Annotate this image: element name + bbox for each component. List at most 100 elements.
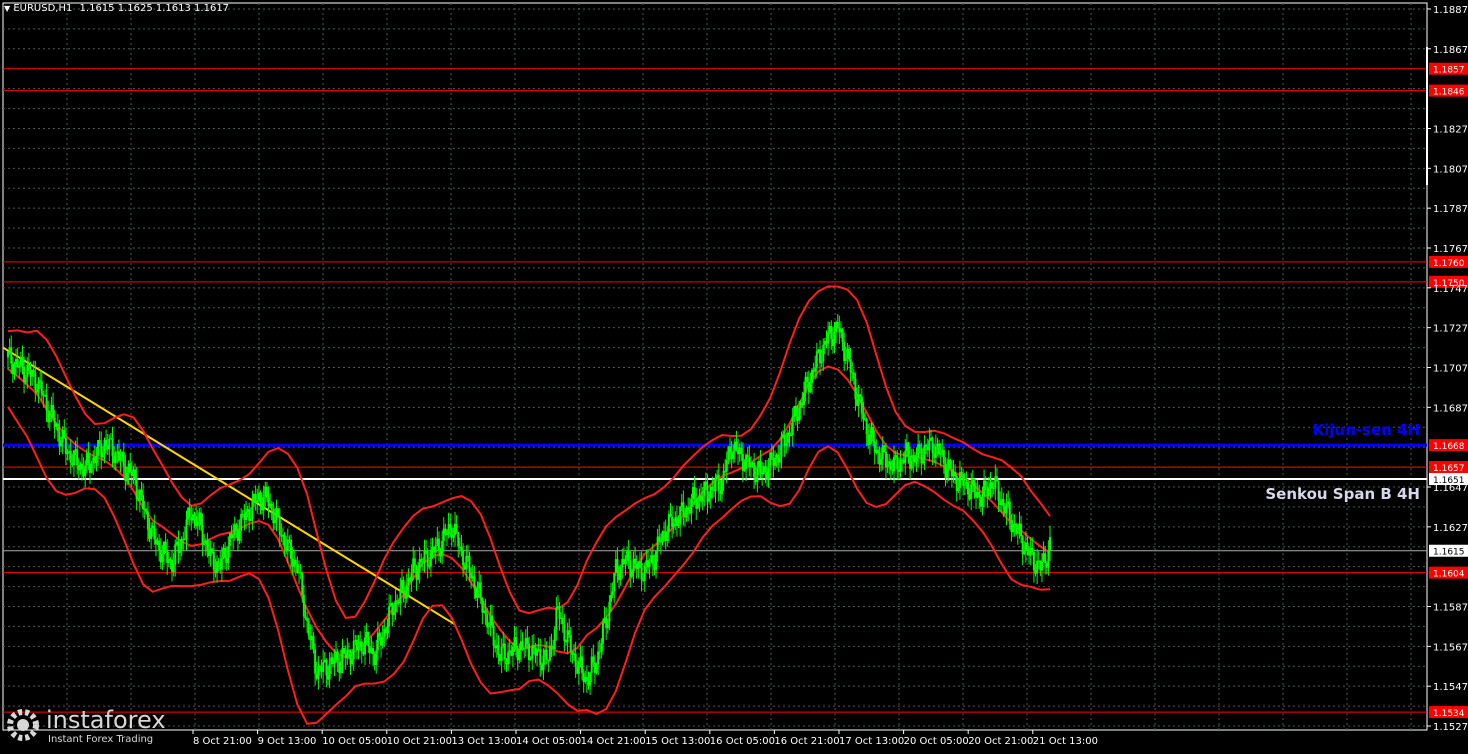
- candle-body: [1020, 523, 1023, 537]
- candle-body: [95, 455, 98, 463]
- candle-body: [114, 452, 117, 464]
- candle-body: [145, 509, 148, 512]
- watermark-tagline: Instant Forex Trading: [48, 734, 154, 745]
- candle-body: [868, 434, 871, 445]
- candle-body: [262, 497, 265, 511]
- candle-body: [199, 512, 202, 525]
- candle-body: [526, 637, 529, 644]
- candle-body: [1040, 561, 1043, 571]
- chart-area[interactable]: 1.1857 1.1846 1.1760 1.1750 1.1668 1.1657 1.16…: [0, 0, 1468, 750]
- candle-body: [966, 481, 969, 495]
- candle-body: [386, 626, 389, 634]
- candle-body: [833, 331, 836, 347]
- candle-body: [185, 519, 188, 539]
- candle-body: [455, 523, 458, 533]
- candle-body: [774, 457, 777, 466]
- candle-body: [339, 661, 342, 673]
- candle-body: [296, 564, 299, 574]
- price-tick-label: 1.1767: [1433, 244, 1468, 255]
- candle-body: [862, 413, 865, 420]
- price-axis[interactable]: 1.1887 1.1867 1.1827 1.1807 1.1787 1.1767 1.17…: [1427, 5, 1468, 733]
- candle-body: [314, 649, 317, 674]
- candle-body: [306, 618, 309, 622]
- time-axis[interactable]: 8 Oct 21:00 9 Oct 13:00 10 Oct 05:00 10 Oct…: [192, 730, 1098, 747]
- price-tick-label: 1.1587: [1433, 603, 1468, 614]
- time-tick-label: 14 Oct 21:00: [581, 736, 646, 747]
- candle-body: [460, 546, 463, 550]
- candle-body: [830, 325, 833, 339]
- time-tick-label: 10 Oct 21:00: [387, 736, 452, 747]
- candle-body: [997, 481, 1000, 501]
- candle-body: [101, 453, 104, 458]
- candle-body: [847, 348, 850, 359]
- candle-body: [679, 506, 682, 525]
- candle-body: [507, 652, 510, 665]
- candle-body: [388, 606, 391, 627]
- candle-body: [585, 676, 588, 682]
- time-tick-label: 13 Oct 13:00: [451, 736, 516, 747]
- time-tick-label: 17 Oct 13:00: [839, 736, 904, 747]
- candle-body: [491, 615, 494, 626]
- candle-body: [336, 651, 339, 662]
- chart-canvas[interactable]: 1.18571.18461.17601.17501.16681.16571.16…: [0, 0, 1468, 750]
- candle-body: [423, 550, 426, 563]
- candle-body: [473, 576, 476, 588]
- dropdown-triangle-icon[interactable]: ▼: [4, 4, 10, 13]
- time-tick-label: 8 Oct 21:00: [193, 736, 252, 747]
- candle-body: [301, 572, 304, 595]
- candle-body: [212, 551, 215, 571]
- plot-frame: [2, 2, 1428, 731]
- candle-body: [1044, 553, 1047, 563]
- candle-body: [729, 446, 732, 453]
- time-tick-label: 15 Oct 13:00: [645, 736, 710, 747]
- candle-body: [211, 548, 214, 552]
- candle-body: [886, 465, 889, 468]
- candle-body: [574, 653, 577, 667]
- price-tick-label: 1.1567: [1433, 642, 1468, 653]
- candle-body: [476, 588, 479, 598]
- candle-body: [790, 434, 793, 436]
- candle-body: [600, 643, 603, 652]
- candle-body: [880, 459, 883, 465]
- candle-body: [24, 376, 27, 383]
- senkou-span-annotation: Senkou Span B 4H: [1265, 485, 1420, 503]
- candle-body: [743, 469, 746, 471]
- candle-body: [938, 443, 941, 455]
- candle-body: [437, 538, 440, 550]
- candle-body: [179, 549, 182, 553]
- candle-body: [108, 439, 111, 450]
- candle-body: [820, 361, 823, 364]
- candle-body: [860, 396, 863, 414]
- candle-body: [452, 534, 455, 538]
- candle-body: [188, 507, 191, 518]
- candle-body: [13, 364, 16, 375]
- candle-body: [238, 530, 241, 541]
- candle-body: [1047, 550, 1050, 568]
- candle-body: [581, 656, 584, 673]
- candle-body: [511, 646, 514, 656]
- candle-body: [515, 637, 518, 649]
- candle-body: [180, 538, 183, 550]
- candle-body: [317, 665, 320, 679]
- candle-body: [457, 532, 460, 547]
- candle-body: [375, 650, 378, 665]
- candle-body: [624, 559, 627, 565]
- annotations: Kijun-sen 4H Senkou Span B 4H: [1265, 421, 1420, 503]
- candle-body: [722, 470, 725, 481]
- candle-body: [918, 444, 921, 449]
- candle-body: [682, 502, 685, 516]
- candle-body: [984, 480, 987, 487]
- candle-body: [146, 511, 149, 530]
- candle-body: [696, 500, 699, 509]
- candle-body: [539, 649, 542, 665]
- candle-body: [957, 487, 960, 491]
- candle-body: [827, 332, 830, 344]
- candle-body: [1016, 531, 1019, 534]
- candle-body: [915, 457, 918, 463]
- candle-body: [778, 456, 781, 463]
- time-tick-label: 21 Oct 13:00: [1033, 736, 1098, 747]
- candle-body: [770, 452, 773, 458]
- candle-body: [811, 370, 814, 383]
- candle-body: [1002, 499, 1005, 507]
- candle-body: [608, 601, 611, 622]
